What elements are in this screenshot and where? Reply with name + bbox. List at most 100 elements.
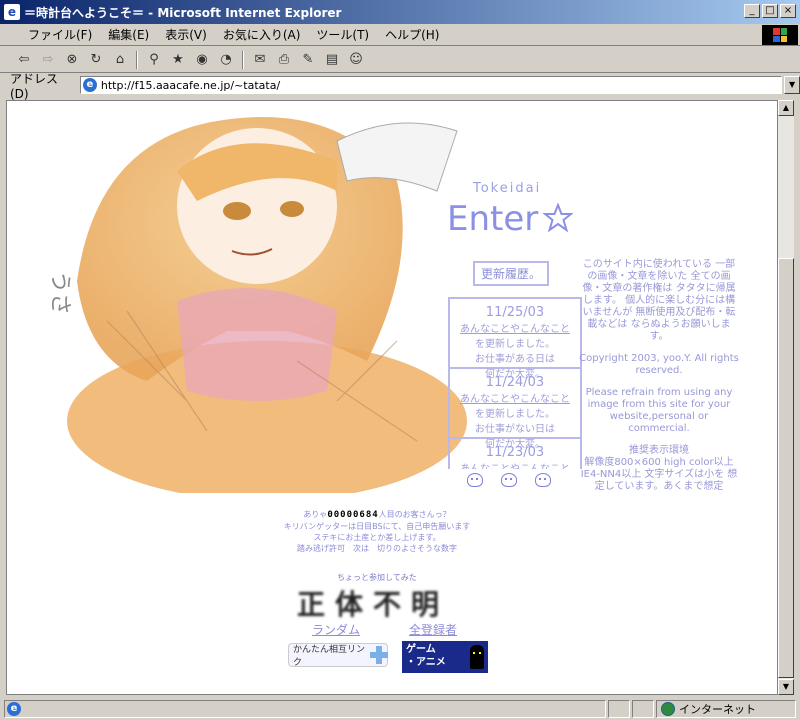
window-controls: _ □ × [744,4,796,18]
page-status-icon: e [7,702,21,716]
print-icon[interactable]: ⎙ [274,50,294,70]
notice-en: Please refrain from using any image from… [585,387,733,434]
menu-edit[interactable]: 編集(E) [100,26,157,43]
news-date: 11/24/03 [485,375,545,390]
windows-logo [762,25,798,45]
counter-line: 踏み逃げ許可 次は 切りのよさそうな数字 [297,544,457,553]
address-url: http://f15.aaacafe.ne.jp/~tatata/ [100,78,281,92]
scroll-thumb[interactable] [778,258,794,678]
back-icon[interactable]: ⇦ [14,50,34,70]
menu-file[interactable]: ファイル(F) [20,26,100,43]
windows-flag-icon [773,28,787,42]
scroll-up-icon[interactable]: ▲ [778,100,794,116]
news-date: 11/25/03 [485,305,545,320]
news-text: を更新しました。 [475,339,555,350]
toolbar-separator [242,50,244,69]
shotai-fumei-banner[interactable]: 正 体 不 明 [297,583,439,623]
shotai-char: 明 [411,588,440,621]
toolbar-separator [136,50,138,69]
status-cell [608,700,630,718]
mail-icon[interactable]: ✉ [250,50,270,70]
stop-icon[interactable]: ⊗ [62,50,82,70]
refresh-icon[interactable]: ↻ [86,50,106,70]
menu-bar: ファイル(F) 編集(E) 表示(V) お気に入り(A) ツール(T) ヘルプ(… [0,24,800,46]
menu-help[interactable]: ヘルプ(H) [377,26,447,43]
joined-label: ちょっと参加してみた [337,573,417,582]
page-icon: e [82,78,97,92]
shotai-char: 正 [297,588,326,621]
env-title: 推奨表示環境 [629,445,689,456]
game-anime-banner[interactable]: ゲーム ・アニメ [402,641,488,673]
status-text: e [4,700,606,718]
enter-link[interactable]: Enter [447,199,538,239]
smiley-icon[interactable] [535,473,551,487]
smiley-icon[interactable] [467,473,483,487]
messenger-icon[interactable]: ☺ [346,50,366,70]
address-bar: アドレス(D) e http://f15.aaacafe.ne.jp/~tata… [0,72,800,101]
news-date: 11/23/03 [485,445,545,460]
counter-prefix: ありゃ [303,510,328,519]
news-item: 11/25/03 あんなことやこんなこと を更新しました。 お仕事がある日は 何… [448,297,582,380]
news-text: を更新しました。 [475,409,555,420]
scroll-down-icon[interactable]: ▼ [778,679,794,695]
shotai-char: 不 [373,588,402,621]
news-link[interactable]: あんなことやこんなこと [450,320,580,335]
address-input[interactable]: e http://f15.aaacafe.ne.jp/~tatata/ [79,76,783,94]
banner-text: かんたん相互リンク [293,645,366,668]
star-icon[interactable] [543,203,573,233]
all-members-link[interactable]: 全登録者 [409,621,457,638]
site-name: Tokeidai [473,181,542,196]
menu-tools[interactable]: ツール(T) [308,26,377,43]
counter-suffix: 人目のお客さんっ？ [378,510,451,519]
media-icon[interactable]: ◉ [192,50,212,70]
status-bar: e インターネット [0,698,800,720]
home-icon[interactable]: ⌂ [110,50,130,70]
notice-block: このサイト内に使われている 一部の画像・文章を除いた 全ての画像・文章の著作権は… [579,259,739,493]
maximize-button[interactable]: □ [762,4,778,18]
counter-line: ステキにお土産とか差し上げます。 [313,533,441,542]
ie-icon: e [4,4,20,20]
update-history-button[interactable]: 更新履歴。 [473,261,550,286]
status-cell [632,700,654,718]
security-zone: インターネット [656,700,796,718]
mutual-link-banner[interactable]: かんたん相互リンク [288,643,388,668]
forward-icon[interactable]: ⇨ [38,50,58,70]
news-item: 11/24/03 あんなことやこんなこと を更新しました。 お仕事がない日は 何… [448,367,582,450]
visitor-counter: 00000684 [327,510,379,521]
smiley-icon[interactable] [501,473,517,487]
copyright: Copyright 2003, yoo.Y. All rights reserv… [579,353,739,376]
globe-icon [661,702,675,716]
news-text: お仕事がある日は [475,354,555,365]
favorites-icon[interactable]: ★ [168,50,188,70]
counter-line: キリバンゲッターは日目BSにて、自己申告願います [283,522,471,531]
scroll-smileys [467,473,551,487]
address-dropdown-icon[interactable]: ▼ [784,76,800,94]
news-link[interactable]: あんなことやこんなこと [450,460,580,469]
edit-icon[interactable]: ✎ [298,50,318,70]
search-icon[interactable]: ⚲ [144,50,164,70]
cat-icon [470,645,484,669]
minimize-button[interactable]: _ [744,4,760,18]
env-text: 解像度800×600 high color以上 IE4-NN4以上 文字サイズは… [580,457,738,492]
discuss-icon[interactable]: ▤ [322,50,342,70]
vertical-scrollbar[interactable]: ▲ ▼ [778,100,794,695]
menu-favorites[interactable]: お気に入り(A) [215,26,309,43]
history-icon[interactable]: ◔ [216,50,236,70]
news-link[interactable]: あんなことやこんなこと [450,390,580,405]
plus-icon [370,646,388,664]
zone-label: インターネット [679,703,756,716]
svg-text:うさ: うさ [47,271,72,315]
title-bar: e ＝時計台へようこそ＝ - Microsoft Internet Explor… [0,0,800,24]
close-button[interactable]: × [780,4,796,18]
window-title: ＝時計台へようこそ＝ - Microsoft Internet Explorer [24,5,342,20]
counter-block: ありゃ00000684人目のお客さんっ？ キリバンゲッターは日目BSにて、自己申… [207,509,547,554]
illustration-image: うさ [47,117,467,493]
toolbar: ⇦ ⇨ ⊗ ↻ ⌂ ⚲ ★ ◉ ◔ ✉ ⎙ ✎ ▤ ☺ [0,47,800,73]
page-content: うさ Tokeidai Enter 更新履歴。 11/25/03 あんなことやこ… [6,100,778,695]
menu-view[interactable]: 表示(V) [157,26,215,43]
news-list: 11/25/03 あんなことやこんなこと を更新しました。 お仕事がある日は 何… [448,297,582,469]
shotai-char: 体 [335,588,364,621]
notice-jp: このサイト内に使われている 一部の画像・文章を除いた 全ての画像・文章の著作権は… [582,259,736,342]
random-link[interactable]: ランダム [312,621,360,638]
address-label: アドレス(D) [10,71,59,101]
